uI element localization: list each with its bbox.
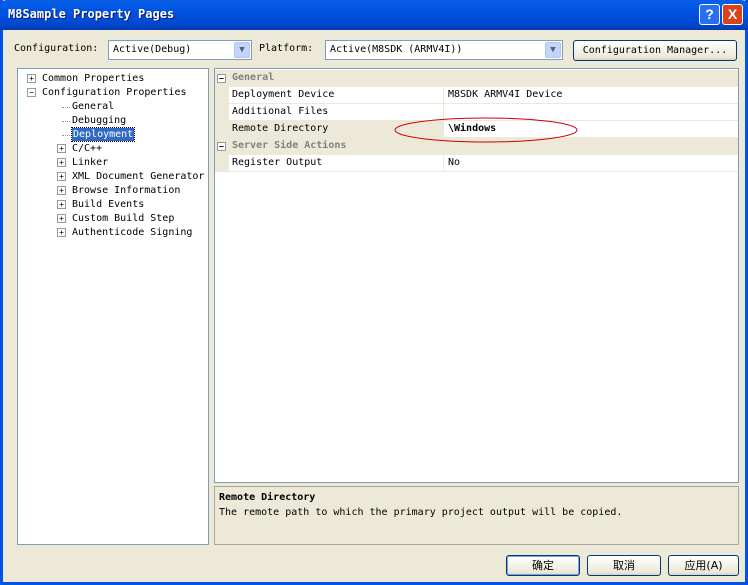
configuration-select[interactable]: Active(Debug) ▼ (108, 40, 252, 60)
cancel-button[interactable]: 取消 (587, 555, 661, 576)
description-panel: Remote Directory The remote path to whic… (214, 486, 739, 545)
property-value[interactable]: No (448, 157, 460, 168)
tree-item[interactable]: Authenticode Signing (72, 226, 192, 239)
tree-item[interactable]: Build Events (72, 198, 144, 211)
tree-connector (62, 107, 70, 108)
chevron-down-icon[interactable]: ▼ (545, 42, 561, 58)
category-general[interactable]: − General (215, 70, 738, 87)
property-pages-dialog: M8Sample Property Pages ? X Configuratio… (0, 0, 748, 585)
platform-label: Platform: (259, 43, 314, 54)
expand-icon[interactable]: + (57, 172, 66, 181)
expand-icon[interactable]: + (57, 214, 66, 223)
expand-icon[interactable]: + (57, 228, 66, 237)
property-value[interactable]: M8SDK ARMV4I Device (448, 89, 562, 100)
help-button[interactable]: ? (699, 4, 720, 25)
configuration-manager-button[interactable]: Configuration Manager... (573, 40, 737, 61)
tree-item[interactable]: Configuration Properties (42, 86, 187, 99)
property-row[interactable]: Deployment Device M8SDK ARMV4I Device (215, 87, 738, 104)
expand-icon[interactable]: + (57, 144, 66, 153)
highlight-ellipse (394, 117, 578, 143)
tree-item[interactable]: XML Document Generator (72, 170, 204, 183)
collapse-icon[interactable]: − (27, 88, 36, 97)
expand-icon[interactable]: + (57, 186, 66, 195)
category-label: Server Side Actions (232, 140, 347, 151)
collapse-icon[interactable]: − (217, 142, 226, 151)
platform-value: Active(M8SDK (ARMV4I)) (330, 44, 463, 55)
tree-item[interactable]: Browse Information (72, 184, 180, 197)
property-grid[interactable]: − General Deployment Device M8SDK ARMV4I… (214, 68, 739, 483)
tree-item[interactable]: Common Properties (42, 72, 144, 85)
configuration-value: Active(Debug) (113, 44, 192, 55)
platform-select[interactable]: Active(M8SDK (ARMV4I)) ▼ (325, 40, 563, 60)
collapse-icon[interactable]: − (217, 74, 226, 83)
tree-item[interactable]: Debugging (72, 114, 126, 127)
tree-item[interactable]: Custom Build Step (72, 212, 174, 225)
description-text: The remote path to which the primary pro… (219, 507, 623, 518)
property-name: Deployment Device (232, 89, 335, 100)
description-title: Remote Directory (219, 492, 316, 503)
title-bar: M8Sample Property Pages ? X (0, 0, 748, 30)
ok-button[interactable]: 确定 (506, 555, 580, 576)
settings-tree[interactable]: + Common Properties − Configuration Propert… (17, 68, 209, 545)
chevron-down-icon[interactable]: ▼ (234, 42, 250, 58)
tree-item[interactable]: General (72, 100, 114, 113)
property-name: Additional Files (232, 106, 329, 117)
tree-item[interactable]: Deployment (70, 127, 136, 142)
apply-button[interactable]: 应用(A) (668, 555, 739, 576)
window-title: M8Sample Property Pages (8, 7, 175, 21)
category-label: General (232, 72, 275, 83)
expand-icon[interactable]: + (27, 74, 36, 83)
property-name: Remote Directory (232, 123, 329, 134)
expand-icon[interactable]: + (57, 200, 66, 209)
property-name: Register Output (232, 157, 323, 168)
property-row[interactable]: Register Output No (215, 155, 738, 172)
tree-connector (62, 121, 70, 122)
expand-icon[interactable]: + (57, 158, 66, 167)
tree-item[interactable]: C/C++ (72, 142, 102, 155)
close-button[interactable]: X (722, 4, 743, 25)
configuration-label: Configuration: (14, 43, 99, 54)
tree-connector (62, 135, 70, 136)
tree-item[interactable]: Linker (72, 156, 108, 169)
